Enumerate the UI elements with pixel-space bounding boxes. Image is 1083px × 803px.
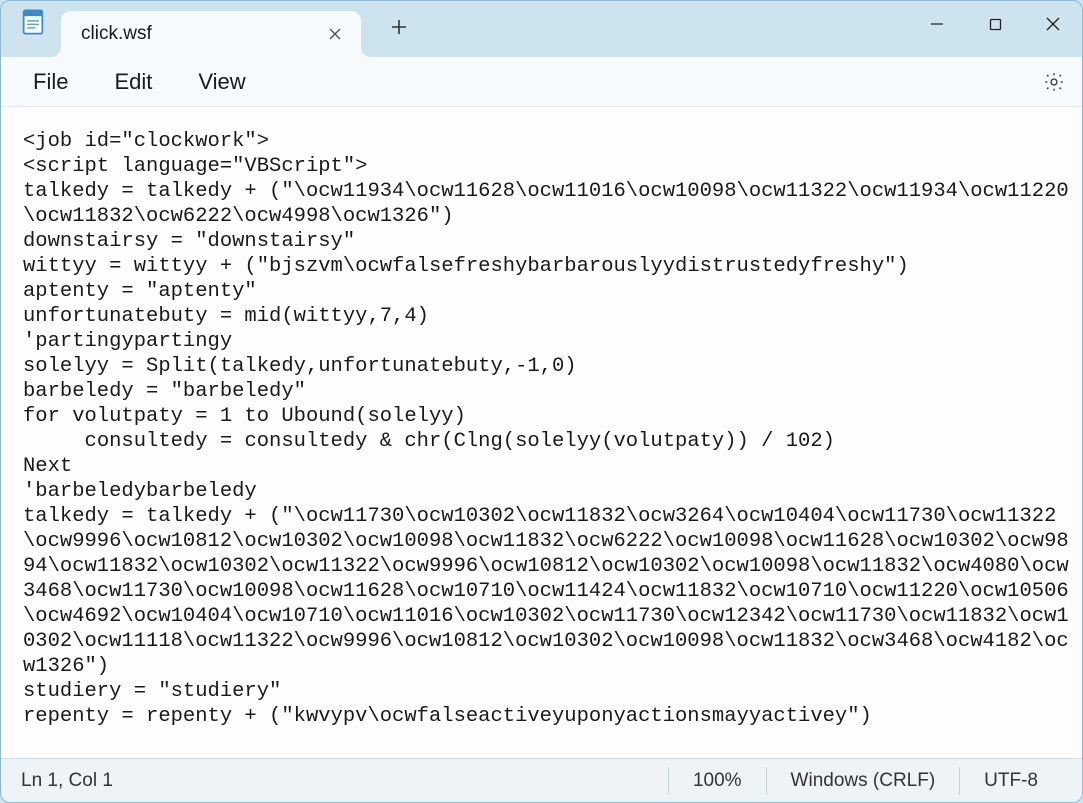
plus-icon <box>391 19 407 35</box>
menu-bar: File Edit View <box>1 57 1082 107</box>
notepad-window: click.wsf <box>0 0 1083 803</box>
tab-title: click.wsf <box>81 23 321 45</box>
minimize-button[interactable] <box>908 1 966 47</box>
tab-close-button[interactable] <box>321 20 349 48</box>
text-editor-area[interactable]: <job id="clockwork"> <script language="V… <box>1 107 1082 758</box>
editor-content: <job id="clockwork"> <script language="V… <box>23 129 1072 729</box>
title-bar: click.wsf <box>1 1 1082 57</box>
window-controls <box>908 1 1082 47</box>
menu-view[interactable]: View <box>180 63 263 101</box>
menu-file[interactable]: File <box>15 63 86 101</box>
settings-button[interactable] <box>1036 64 1072 100</box>
minimize-icon <box>930 17 944 31</box>
close-icon <box>1046 17 1060 31</box>
menu-edit[interactable]: Edit <box>96 63 170 101</box>
encoding[interactable]: UTF-8 <box>959 767 1062 795</box>
new-tab-button[interactable] <box>379 7 419 47</box>
close-window-button[interactable] <box>1024 1 1082 47</box>
maximize-button[interactable] <box>966 1 1024 47</box>
line-ending[interactable]: Windows (CRLF) <box>766 767 960 795</box>
cursor-position[interactable]: Ln 1, Col 1 <box>21 770 668 792</box>
gear-icon <box>1043 71 1065 93</box>
tab-active[interactable]: click.wsf <box>61 11 361 57</box>
zoom-level[interactable]: 100% <box>668 767 766 795</box>
status-bar: Ln 1, Col 1 100% Windows (CRLF) UTF-8 <box>1 758 1082 802</box>
notepad-app-icon <box>19 8 47 36</box>
maximize-icon <box>989 18 1002 31</box>
close-icon <box>329 28 341 40</box>
